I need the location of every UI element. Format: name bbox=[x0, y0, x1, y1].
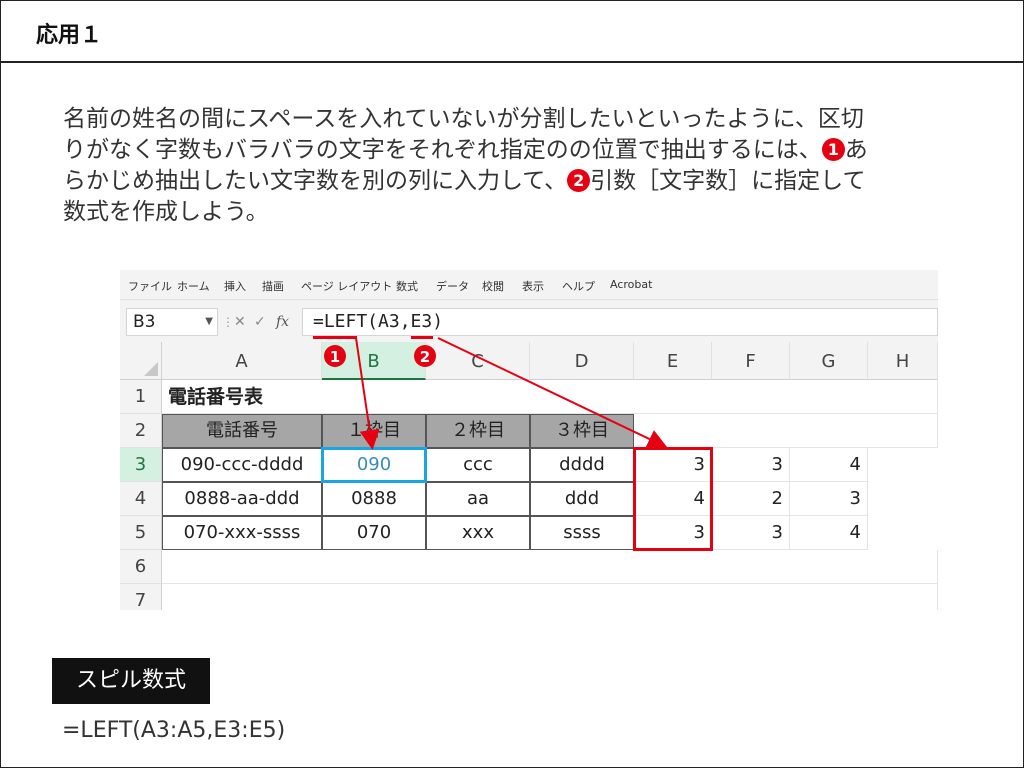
description-line-4: 数式を作成しよう。 bbox=[63, 199, 269, 225]
formula-input[interactable]: =LEFT(A3,E3) bbox=[302, 308, 938, 339]
cell-a1[interactable]: 電話番号表 bbox=[162, 380, 322, 414]
row-2-empty bbox=[634, 414, 938, 448]
marker-2-icon: 2 bbox=[567, 169, 591, 192]
column-header-h[interactable]: H bbox=[868, 342, 938, 380]
description-text: あ bbox=[844, 137, 868, 163]
cell-f4[interactable]: 2 bbox=[712, 482, 790, 516]
cell-a5[interactable]: 070-xxx-ssss bbox=[162, 516, 322, 550]
cancel-icon[interactable]: ✕ bbox=[234, 308, 246, 336]
tab-formulas[interactable]: 数式 bbox=[396, 278, 418, 294]
cell-d5[interactable]: ssss bbox=[530, 516, 634, 550]
insert-function-icon[interactable]: fx bbox=[276, 308, 289, 336]
description-text: 引数［文字数］に指定して bbox=[590, 168, 866, 194]
cell-a2[interactable]: 電話番号 bbox=[162, 414, 322, 448]
cell-a3[interactable]: 090-ccc-dddd bbox=[162, 448, 322, 482]
slide-title: 応用１ bbox=[36, 23, 103, 48]
name-box[interactable]: B3 ▼ bbox=[126, 308, 218, 336]
cell-a4[interactable]: 0888-aa-ddd bbox=[162, 482, 322, 516]
highlight-e3-e5 bbox=[633, 447, 713, 551]
tab-view[interactable]: 表示 bbox=[522, 278, 544, 294]
cell-b4[interactable]: 0888 bbox=[322, 482, 426, 516]
row-header-7[interactable]: 7 bbox=[120, 584, 162, 610]
more-options-icon[interactable]: ⋮ bbox=[222, 308, 234, 336]
tab-acrobat[interactable]: Acrobat bbox=[610, 278, 652, 291]
marker-1-icon: 1 bbox=[821, 138, 845, 161]
row-header-5[interactable]: 5 bbox=[120, 516, 162, 550]
formula-text: =LEFT(A3,E3) bbox=[313, 311, 444, 332]
tab-file[interactable]: ファイル bbox=[128, 278, 172, 294]
row-header-3[interactable]: 3 bbox=[120, 448, 162, 482]
cell-b5[interactable]: 070 bbox=[322, 516, 426, 550]
spill-formula-label: スピル数式 bbox=[52, 658, 210, 704]
column-header-c[interactable]: C bbox=[426, 342, 530, 380]
tab-home[interactable]: ホーム bbox=[177, 278, 210, 294]
tab-help[interactable]: ヘルプ bbox=[562, 278, 595, 294]
cell-g4[interactable]: 3 bbox=[790, 482, 868, 516]
cell-d2[interactable]: ３枠目 bbox=[530, 414, 634, 448]
description-line-1: 名前の姓名の間にスペースを入れていないが分割したいといったように、区切 bbox=[63, 106, 864, 132]
name-box-value: B3 bbox=[133, 312, 156, 332]
cell-b2[interactable]: １枠目 bbox=[322, 414, 426, 448]
cell-d3[interactable]: dddd bbox=[530, 448, 634, 482]
column-header-g[interactable]: G bbox=[790, 342, 868, 380]
cell-c4[interactable]: aa bbox=[426, 482, 530, 516]
column-header-d[interactable]: D bbox=[530, 342, 634, 380]
tab-data[interactable]: データ bbox=[436, 278, 469, 294]
underline-left bbox=[313, 336, 357, 339]
cell-f3[interactable]: 3 bbox=[712, 448, 790, 482]
row-7-background bbox=[162, 584, 938, 610]
column-header-b[interactable]: B bbox=[322, 342, 426, 380]
cell-g5[interactable]: 4 bbox=[790, 516, 868, 550]
cell-g3[interactable]: 4 bbox=[790, 448, 868, 482]
description-text: りがなく字数もバラバラの文字をそれぞれ指定のの位置で抽出するには、 bbox=[63, 137, 822, 163]
tab-review[interactable]: 校閲 bbox=[482, 278, 504, 294]
cell-c5[interactable]: xxx bbox=[426, 516, 530, 550]
column-header-f[interactable]: F bbox=[712, 342, 790, 380]
column-header-e[interactable]: E bbox=[634, 342, 712, 380]
column-header-a[interactable]: A bbox=[162, 342, 322, 380]
spill-formula: =LEFT(A3:A5,E3:E5) bbox=[62, 718, 286, 743]
description-line-2: りがなく字数もバラバラの文字をそれぞれ指定のの位置で抽出するには、 1 あ bbox=[63, 135, 963, 166]
row-header-6[interactable]: 6 bbox=[120, 550, 162, 584]
chevron-down-icon[interactable]: ▼ bbox=[205, 309, 213, 335]
spreadsheet-grid: A B C D E F G H 1 2 3 4 5 6 7 電話番号表 電話番号… bbox=[120, 342, 938, 610]
tab-page-layout[interactable]: ページ レイアウト bbox=[301, 278, 392, 294]
cell-d4[interactable]: ddd bbox=[530, 482, 634, 516]
enter-icon[interactable]: ✓ bbox=[254, 308, 266, 336]
ribbon-tabs: ファイル ホーム 挿入 描画 ページ レイアウト 数式 データ 校閲 表示 ヘル… bbox=[120, 270, 938, 300]
tab-insert[interactable]: 挿入 bbox=[224, 278, 246, 294]
formula-bar: B3 ▼ ⋮ ✕ ✓ fx =LEFT(A3,E3) bbox=[120, 300, 938, 342]
row-header-4[interactable]: 4 bbox=[120, 482, 162, 516]
tab-draw[interactable]: 描画 bbox=[262, 278, 284, 294]
cell-c3[interactable]: ccc bbox=[426, 448, 530, 482]
underline-e3 bbox=[411, 336, 433, 339]
select-all-corner[interactable] bbox=[120, 342, 162, 380]
active-cell-selection bbox=[321, 447, 427, 483]
description-text: らかじめ抽出したい文字数を別の列に入力して、 bbox=[63, 168, 568, 194]
excel-screenshot: ファイル ホーム 挿入 描画 ページ レイアウト 数式 データ 校閲 表示 ヘル… bbox=[120, 270, 938, 610]
cell-c2[interactable]: ２枠目 bbox=[426, 414, 530, 448]
title-bar: 応用１ bbox=[0, 0, 1024, 63]
description-line-3: らかじめ抽出したい文字数を別の列に入力して、 2 引数［文字数］に指定して bbox=[63, 166, 963, 197]
formula-bar-buttons: ⋮ ✕ ✓ fx bbox=[222, 308, 300, 336]
cell-f5[interactable]: 3 bbox=[712, 516, 790, 550]
row-header-2[interactable]: 2 bbox=[120, 414, 162, 448]
row-6-background bbox=[162, 550, 938, 584]
row-header-1[interactable]: 1 bbox=[120, 380, 162, 414]
description: 名前の姓名の間にスペースを入れていないが分割したいといったように、区切 りがなく… bbox=[63, 104, 963, 228]
